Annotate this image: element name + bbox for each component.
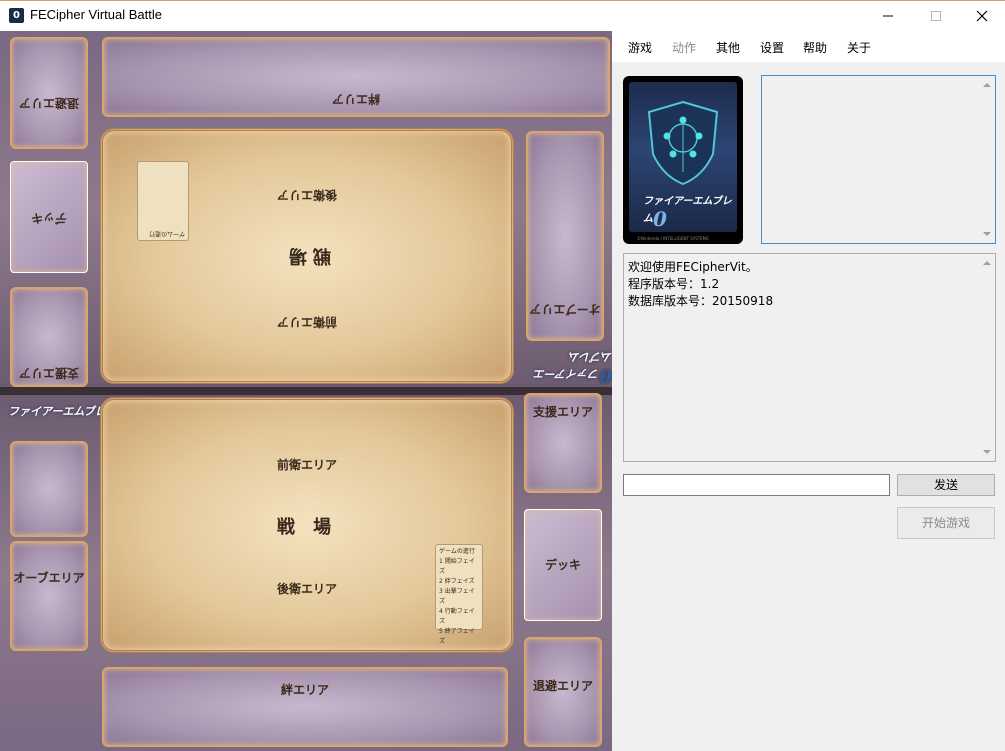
- player-retreat-area[interactable]: 退避エリア: [524, 637, 602, 747]
- player-support-area[interactable]: 支援エリア: [524, 393, 602, 493]
- send-button[interactable]: 发送: [897, 474, 995, 496]
- scroll-up-icon[interactable]: [983, 261, 991, 265]
- opponent-front-area-label: 前衛エリア: [277, 315, 338, 329]
- log-line: 程序版本号：1.2: [628, 277, 720, 291]
- turn-step: 2 絆フェイズ: [439, 578, 475, 585]
- player-battlefield[interactable]: 前衛エリア 戦 場 後衛エリア ゲームの進行 1 開始フェイズ 2 絆フェイズ …: [100, 397, 514, 653]
- opponent-bond-area[interactable]: 絆エリア: [102, 37, 610, 117]
- card-preview: ファイアーエムブレム0 ©Nintendo / INTELLIGENT SYST…: [623, 76, 743, 244]
- opponent-support-area-label: 支援エリア: [19, 366, 80, 380]
- menu-settings[interactable]: 设置: [760, 39, 784, 56]
- card-back-art: ファイアーエムブレム0: [629, 82, 737, 232]
- menu-bar: 游戏 动作 其他 设置 帮助 关于: [612, 31, 1005, 62]
- player-deck[interactable]: デッキ: [524, 509, 602, 621]
- opponent-retreat-area-label: 退避エリア: [19, 96, 80, 110]
- player-turn-guide: ゲームの進行 1 開始フェイズ 2 絆フェイズ 3 出撃フェイズ 4 行動フェイ…: [435, 544, 483, 645]
- app-icon: 0: [9, 8, 24, 23]
- message-log[interactable]: 欢迎使用FECipherVit。 程序版本号：1.2 数据库版本号：201509…: [623, 253, 996, 462]
- opponent-bond-area-label: 絆エリア: [332, 92, 381, 106]
- opponent-support-area[interactable]: 支援エリア: [10, 287, 88, 387]
- player-retreat-area-label: 退避エリア: [532, 679, 593, 693]
- start-game-button[interactable]: 开始游戏: [897, 507, 995, 539]
- turn-step: 3 出撃フェイズ: [439, 588, 475, 605]
- card-copyright: ©Nintendo / INTELLIGENT SYSTEMS: [637, 236, 709, 241]
- log-scrollbar[interactable]: [979, 254, 995, 461]
- game-board[interactable]: 退避エリア 絆エリア デッキ 支援エリア 後衛エリア 戦場 前衛エリア ゲームの…: [0, 31, 612, 751]
- opponent-deck[interactable]: デッキ: [10, 161, 88, 273]
- player-front-area-label: 前衛エリア: [276, 458, 337, 472]
- menu-other[interactable]: 其他: [716, 39, 740, 56]
- menu-action[interactable]: 动作: [672, 39, 696, 56]
- scroll-down-icon[interactable]: [983, 450, 991, 454]
- log-line: 数据库版本号：20150918: [628, 294, 774, 308]
- window-title: FECipher Virtual Battle: [30, 7, 162, 22]
- board-divider: [0, 387, 612, 395]
- card-info-box[interactable]: [761, 75, 996, 244]
- player-turn-guide-title: ゲームの進行: [439, 548, 475, 555]
- player-bond-area[interactable]: 絆エリア: [102, 667, 508, 747]
- opponent-battlefield[interactable]: 後衛エリア 戦場 前衛エリア ゲームの進行: [100, 128, 514, 384]
- card-logo-o: 0: [653, 207, 667, 231]
- shield-emblem-icon: [647, 100, 719, 186]
- turn-step: 1 開始フェイズ: [439, 558, 475, 575]
- menu-game[interactable]: 游戏: [628, 39, 652, 56]
- opponent-turn-guide: ゲームの進行: [137, 161, 189, 241]
- minimize-icon: [883, 15, 893, 17]
- player-support-area-label: 支援エリア: [532, 405, 593, 419]
- menu-about[interactable]: 关于: [847, 39, 871, 56]
- scroll-up-icon[interactable]: [983, 83, 991, 87]
- player-bond-area-label: 絆エリア: [280, 683, 329, 697]
- player-battlefield-label: 戦 場: [276, 517, 338, 538]
- opponent-logo: 0ファイアーエムブレム: [524, 349, 612, 386]
- scroll-down-icon[interactable]: [983, 232, 991, 236]
- menu-help[interactable]: 帮助: [803, 39, 827, 56]
- chat-input[interactable]: [623, 474, 890, 496]
- opponent-turn-guide-title: ゲームの進行: [149, 230, 185, 237]
- player-deck-label: デッキ: [544, 558, 581, 572]
- opponent-battlefield-label: 戦場: [283, 245, 331, 266]
- player-orb-area-label: オーブエリア: [13, 571, 85, 585]
- maximize-button[interactable]: [913, 1, 959, 31]
- title-bar: 0 FECipher Virtual Battle: [0, 0, 1005, 31]
- minimize-button[interactable]: [865, 1, 911, 31]
- card-info-scrollbar[interactable]: [979, 76, 995, 243]
- log-line: 欢迎使用FECipherVit。: [628, 260, 758, 274]
- opponent-orb-area-label: オーブエリア: [529, 302, 601, 316]
- player-retreat-cards[interactable]: [10, 441, 88, 537]
- close-button[interactable]: [959, 1, 1005, 31]
- player-orb-area[interactable]: オーブエリア: [10, 541, 88, 651]
- opponent-logo-o: 0: [599, 365, 612, 386]
- opponent-deck-label: デッキ: [31, 211, 68, 225]
- opponent-retreat-area[interactable]: 退避エリア: [10, 37, 88, 149]
- opponent-orb-area[interactable]: オーブエリア: [526, 131, 604, 341]
- maximize-icon: [931, 11, 941, 21]
- turn-step: 5 終了フェイズ: [439, 628, 475, 645]
- close-icon: [976, 10, 988, 22]
- turn-step: 4 行動フェイズ: [439, 608, 475, 625]
- card-logo: ファイアーエムブレム0: [643, 192, 737, 231]
